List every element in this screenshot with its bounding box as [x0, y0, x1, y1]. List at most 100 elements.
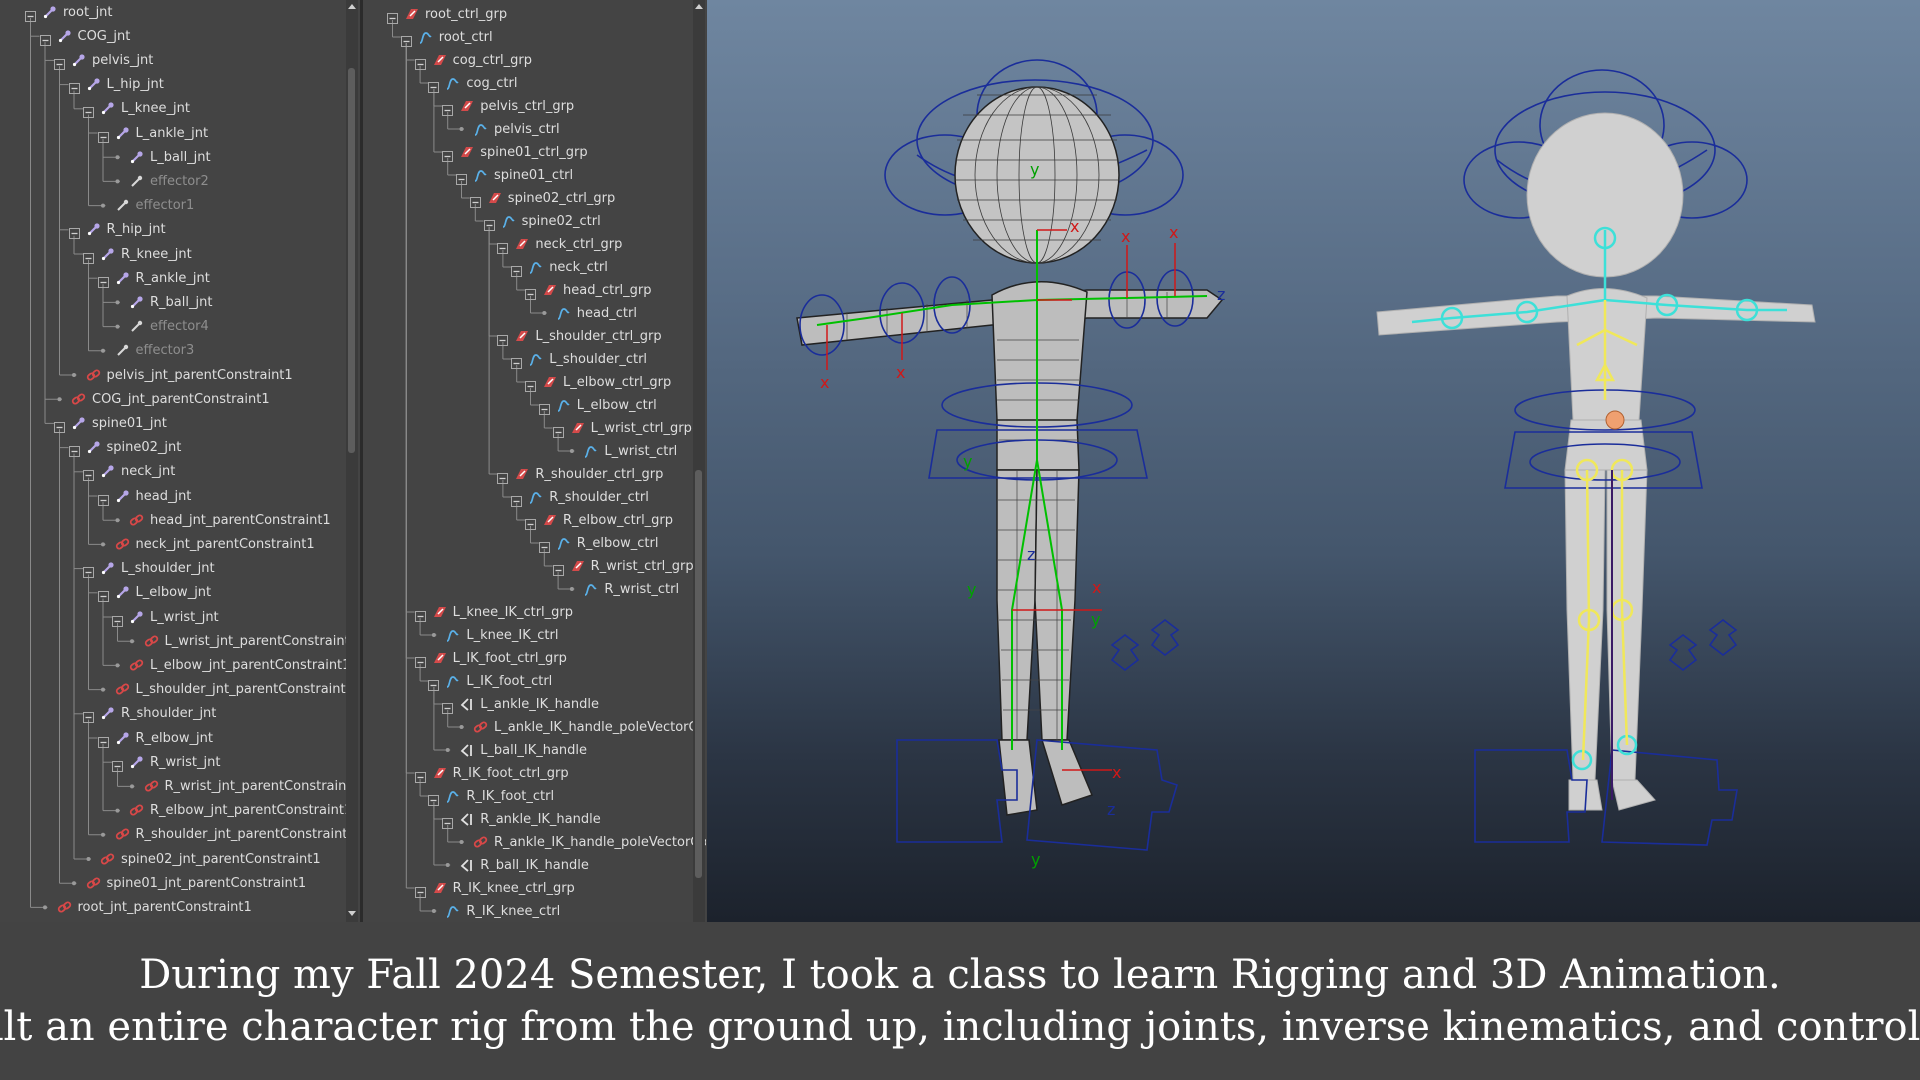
collapse-toggle-icon[interactable] — [442, 101, 454, 116]
outliner-row[interactable]: L_ankle_IK_handle_poleVectorCor — [456, 715, 706, 739]
outliner-row[interactable]: L_ball_IK_handle — [442, 738, 587, 762]
collapse-toggle-icon[interactable] — [97, 733, 109, 748]
collapse-toggle-icon[interactable] — [414, 768, 426, 783]
outliner-row[interactable]: R_ball_jnt — [112, 290, 212, 314]
outliner-row[interactable]: R_elbow_ctrl_grp — [525, 508, 673, 532]
outliner-row[interactable]: spine01_jnt — [54, 411, 167, 435]
outliner-row[interactable]: effector3 — [98, 339, 194, 363]
outliner-row[interactable]: spine02_ctrl_grp — [469, 186, 615, 210]
collapse-toggle-icon[interactable] — [400, 32, 412, 47]
outliner-row[interactable]: neck_ctrl — [511, 255, 608, 279]
collapse-toggle-icon[interactable] — [442, 147, 454, 162]
outliner-row[interactable]: pelvis_ctrl — [456, 117, 560, 141]
outliner-row[interactable]: R_shoulder_jnt — [83, 702, 216, 726]
collapse-toggle-icon[interactable] — [483, 216, 495, 231]
outliner-row[interactable]: head_jnt — [97, 484, 191, 508]
collapse-toggle-icon[interactable] — [552, 561, 564, 576]
outliner-row[interactable]: L_shoulder_ctrl — [511, 347, 647, 371]
outliner-row[interactable]: spine01_ctrl — [456, 163, 573, 187]
outliner-row[interactable]: R_wrist_jnt — [112, 750, 220, 774]
scroll-up-arrow-icon[interactable] — [347, 2, 357, 12]
viewport-3d[interactable]: x x x x x x x y y y y y z z z — [707, 0, 1920, 922]
outliner-row[interactable]: effector1 — [98, 194, 194, 218]
outliner-row[interactable]: R_elbow_ctrl — [538, 531, 658, 555]
collapse-toggle-icon[interactable] — [428, 78, 440, 93]
outliner-row[interactable]: L_elbow_ctrl_grp — [525, 370, 671, 394]
outliner-row[interactable]: L_elbow_ctrl — [538, 393, 657, 417]
collapse-toggle-icon[interactable] — [428, 676, 440, 691]
outliner-row[interactable]: R_wrist_ctrl_grp — [552, 554, 694, 578]
collapse-toggle-icon[interactable] — [54, 55, 65, 70]
collapse-toggle-icon[interactable] — [112, 612, 123, 627]
outliner-row[interactable]: R_IK_foot_ctrl_grp — [414, 761, 569, 785]
collapse-toggle-icon[interactable] — [83, 563, 94, 579]
outliner-row[interactable]: L_ankle_jnt — [97, 121, 208, 145]
collapse-toggle-icon[interactable] — [552, 423, 564, 438]
outliner-row[interactable]: L_knee_jnt — [83, 97, 190, 121]
outliner-row[interactable]: R_wrist_jnt_parentConstraint — [127, 774, 351, 798]
shaded-character[interactable] — [1376, 69, 1816, 846]
outliner-row[interactable]: spine02_ctrl — [483, 209, 601, 233]
collapse-toggle-icon[interactable] — [97, 491, 109, 506]
collapse-toggle-icon[interactable] — [538, 400, 550, 415]
outliner-row[interactable]: effector4 — [112, 315, 209, 339]
collapse-toggle-icon[interactable] — [83, 708, 94, 724]
outliner-row[interactable]: L_shoulder_jnt_parentConstraint1 — [98, 678, 354, 702]
outliner-row[interactable]: COG_jnt_parentConstraint1 — [54, 387, 270, 411]
collapse-toggle-icon[interactable] — [83, 103, 94, 119]
outliner-controls-panel[interactable]: root_ctrl_grp root_ctrl cog_ctrl_grp cog_ct… — [363, 0, 706, 922]
outliner-row[interactable]: L_wrist_jnt_parentConstraint — [127, 629, 350, 653]
collapse-toggle-icon[interactable] — [54, 418, 65, 433]
outliner-row[interactable]: root_jnt_parentConstraint1 — [40, 895, 252, 919]
collapse-toggle-icon[interactable] — [538, 538, 550, 553]
outliner-row[interactable]: R_elbow_jnt — [97, 726, 213, 750]
outliner-row[interactable]: L_wrist_jnt — [112, 605, 219, 629]
collapse-toggle-icon[interactable] — [414, 55, 426, 70]
collapse-toggle-icon[interactable] — [112, 757, 123, 772]
collapse-toggle-icon[interactable] — [68, 79, 80, 95]
collapse-toggle-icon[interactable] — [511, 262, 523, 277]
collapse-toggle-icon[interactable] — [83, 249, 94, 264]
collapse-toggle-icon[interactable] — [456, 170, 467, 185]
outliner-row[interactable]: pelvis_jnt — [54, 48, 153, 72]
collapse-toggle-icon[interactable] — [442, 814, 454, 829]
collapse-toggle-icon[interactable] — [68, 442, 80, 458]
outliner-row[interactable]: R_IK_knee_ctrl_grp — [414, 876, 575, 900]
outliner-row[interactable]: R_elbow_jnt_parentConstraint1 — [112, 799, 352, 823]
outliner-controls-scrollbar[interactable] — [693, 0, 705, 922]
outliner-controls-scroll-thumb[interactable] — [695, 470, 702, 878]
outliner-row[interactable]: R_ball_IK_handle — [442, 853, 589, 877]
outliner-joints-panel[interactable]: root_jnt COG_jnt pelvis_jnt L_hip_jnt L_knee… — [0, 0, 360, 922]
collapse-toggle-icon[interactable] — [442, 699, 454, 714]
outliner-row[interactable]: spine02_jnt — [68, 436, 181, 460]
outliner-row[interactable]: cog_ctrl_grp — [414, 48, 532, 72]
collapse-toggle-icon[interactable] — [39, 31, 51, 46]
collapse-toggle-icon[interactable] — [25, 7, 36, 22]
outliner-row[interactable]: L_shoulder_ctrl_grp — [497, 324, 662, 348]
outliner-row[interactable]: head_jnt_parentConstraint1 — [112, 508, 331, 532]
pole-vector-controls[interactable] — [1110, 618, 1180, 672]
collapse-toggle-icon[interactable] — [83, 466, 94, 482]
outliner-row[interactable]: neck_jnt — [83, 460, 175, 484]
collapse-toggle-icon[interactable] — [511, 354, 523, 369]
collapse-toggle-icon[interactable] — [414, 653, 426, 668]
outliner-row[interactable]: R_shoulder_ctrl — [511, 485, 649, 509]
outliner-row[interactable]: neck_ctrl_grp — [497, 232, 622, 256]
outliner-row[interactable]: head_ctrl_grp — [525, 278, 652, 302]
collapse-toggle-icon[interactable] — [68, 224, 80, 240]
outliner-row[interactable]: spine01_jnt_parentConstraint1 — [69, 871, 306, 895]
outliner-row[interactable]: R_ankle_jnt — [97, 266, 210, 290]
collapse-toggle-icon[interactable] — [414, 883, 426, 898]
outliner-row[interactable]: L_IK_foot_ctrl_grp — [414, 646, 567, 670]
scroll-down-arrow-icon[interactable] — [347, 908, 357, 918]
outliner-row[interactable]: root_ctrl_grp — [387, 2, 507, 26]
outliner-row[interactable]: R_IK_foot_ctrl — [428, 784, 554, 808]
collapse-toggle-icon[interactable] — [387, 9, 398, 24]
outliner-row[interactable]: R_shoulder_ctrl_grp — [497, 462, 663, 486]
collapse-toggle-icon[interactable] — [525, 515, 536, 530]
outliner-row[interactable]: R_knee_jnt — [83, 242, 192, 266]
outliner-row[interactable]: L_knee_IK_ctrl_grp — [414, 600, 573, 624]
collapse-toggle-icon[interactable] — [511, 492, 523, 507]
outliner-row[interactable]: root_ctrl — [400, 25, 493, 49]
outliner-row[interactable]: pelvis_jnt_parentConstraint1 — [69, 363, 293, 387]
